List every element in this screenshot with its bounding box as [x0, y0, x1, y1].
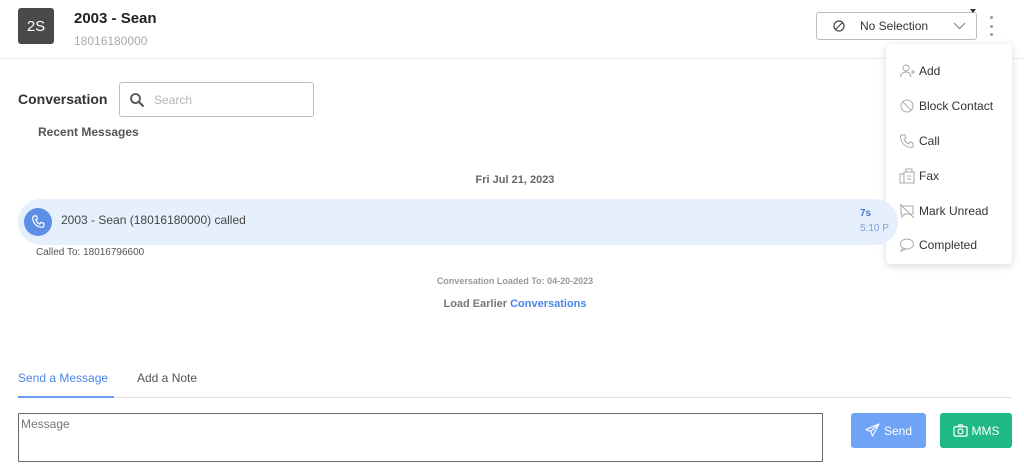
tab-add-note[interactable]: Add a Note: [137, 371, 197, 385]
load-earlier-text: Load Earlier: [443, 298, 508, 310]
load-earlier-link[interactable]: Conversations: [510, 298, 586, 310]
menu-item-label: Call: [919, 133, 940, 148]
search-input[interactable]: [154, 92, 304, 107]
menu-item-label: Block Contact: [919, 99, 994, 114]
contact-actions-menu: Add Block Contact Call Fax Mark Unread C…: [886, 44, 1012, 264]
call-description: 2003 - Sean (18016180000) called: [61, 213, 246, 227]
block-icon: [900, 99, 914, 113]
menu-item-label: Mark Unread: [919, 203, 989, 218]
menu-item-label: Add: [919, 64, 941, 79]
search-box[interactable]: [119, 82, 314, 117]
conversation-loaded-to: Conversation Loaded To: 04-20-2023: [436, 276, 594, 286]
phone-icon: [24, 208, 52, 236]
send-button-label: Send: [883, 423, 913, 438]
avatar: 2S: [18, 8, 54, 44]
chevron-down-icon: [953, 22, 966, 30]
tabs-divider: [18, 397, 1012, 398]
tab-send-message[interactable]: Send a Message: [18, 371, 108, 385]
paper-plane-icon: [865, 423, 880, 437]
add-user-icon: [900, 64, 915, 78]
mms-button[interactable]: MMS: [940, 413, 1012, 448]
mms-button-label: MMS: [971, 423, 1000, 438]
date-separator: Fri Jul 21, 2023: [475, 174, 555, 186]
message-input[interactable]: [18, 413, 823, 462]
conversation-heading: Conversation: [18, 91, 108, 107]
header-divider: [0, 58, 1024, 59]
block-icon: [833, 20, 845, 32]
search-icon: [130, 92, 145, 107]
send-button[interactable]: Send: [851, 413, 926, 448]
more-options-icon[interactable]: [986, 16, 996, 36]
load-earlier: Load Earlier Conversations: [0, 298, 1024, 310]
called-to-text: Called To: 18016796600: [36, 247, 145, 258]
menu-item-call[interactable]: Call: [886, 124, 1012, 159]
active-tab-indicator: [18, 396, 114, 398]
contact-name: 2003 - Sean: [74, 10, 157, 27]
menu-item-block-contact[interactable]: Block Contact: [886, 89, 1012, 124]
mark-unread-icon: [899, 203, 915, 218]
call-log-entry[interactable]: 2003 - Sean (18016180000) called 7s 5:10…: [18, 199, 898, 245]
menu-item-label: Completed: [919, 238, 978, 253]
status-select[interactable]: No Selection: [816, 12, 977, 40]
menu-item-mark-unread[interactable]: Mark Unread: [886, 193, 1012, 228]
phone-icon: [899, 134, 914, 148]
camera-icon: [952, 424, 968, 437]
call-time: 5:10 P: [860, 223, 889, 234]
menu-item-completed[interactable]: Completed: [886, 228, 1012, 263]
status-select-value: No Selection: [860, 19, 929, 33]
caret-icon: [970, 9, 976, 13]
menu-item-add[interactable]: Add: [886, 54, 1012, 89]
recent-messages-heading: Recent Messages: [38, 125, 139, 139]
chat-bubble-icon: [899, 238, 914, 253]
contact-phone: 18016180000: [74, 34, 148, 48]
call-duration: 7s: [860, 208, 872, 219]
